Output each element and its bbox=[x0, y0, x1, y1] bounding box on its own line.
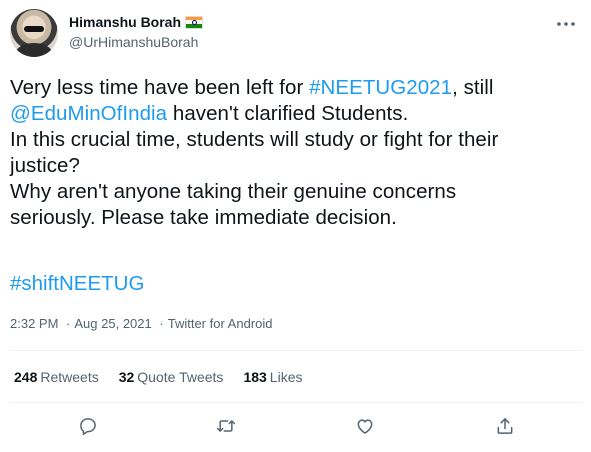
reply-icon[interactable] bbox=[75, 413, 101, 439]
retweets-count: 248 bbox=[14, 369, 38, 385]
more-icon[interactable] bbox=[555, 15, 577, 33]
sunglasses bbox=[24, 26, 44, 32]
share-icon[interactable] bbox=[492, 413, 518, 439]
mention-link-eduminofindia[interactable]: @EduMinOfIndia bbox=[10, 102, 167, 125]
hashtag-link-neetug2021[interactable]: #NEETUG2021 bbox=[309, 76, 452, 99]
india-flag-icon bbox=[185, 15, 204, 29]
meta-separator: · bbox=[159, 316, 164, 331]
avatar-shirt bbox=[16, 43, 52, 57]
name-row: Himanshu Borah bbox=[69, 14, 204, 30]
tweet-date[interactable]: Aug 25, 2021 bbox=[74, 316, 151, 331]
tweet-stats: 248 Retweets 32 Quote Tweets 183 Likes bbox=[14, 369, 302, 385]
tweet-source[interactable]: Twitter for Android bbox=[168, 316, 273, 331]
meta-separator: · bbox=[66, 316, 71, 331]
divider bbox=[10, 402, 582, 403]
tweet-line-3: In this crucial time, students will stud… bbox=[10, 128, 499, 151]
tweet-text-fragment: Very less time have been left for bbox=[10, 76, 310, 99]
tweet-time[interactable]: 2:32 PM bbox=[10, 316, 58, 331]
quote-tweets-stat[interactable]: 32 Quote Tweets bbox=[119, 369, 224, 385]
tweet-line-4: justice? bbox=[10, 154, 80, 177]
likes-stat[interactable]: 183 Likes bbox=[243, 369, 302, 385]
author-display-name[interactable]: Himanshu Borah bbox=[69, 14, 181, 30]
quotes-label: Quote Tweets bbox=[137, 369, 224, 385]
tweet-line-1: Very less time have been left for #NEETU… bbox=[10, 75, 582, 101]
tweet-actions bbox=[0, 413, 591, 439]
tweet-card: Himanshu Borah @UrHimanshuBorah Very les… bbox=[0, 0, 591, 452]
tweet-line-5: Why aren't anyone taking their genuine c… bbox=[10, 180, 457, 203]
author-handle[interactable]: @UrHimanshuBorah bbox=[69, 34, 198, 50]
hashtag-link-shiftneetug[interactable]: #shiftNEETUG bbox=[10, 272, 144, 295]
avatar[interactable] bbox=[10, 9, 58, 57]
tweet-text-fragment: haven't clarified Students. bbox=[167, 102, 409, 125]
retweet-icon[interactable] bbox=[213, 413, 239, 439]
retweets-stat[interactable]: 248 Retweets bbox=[14, 369, 99, 385]
tweet-meta: 2:32 PM · Aug 25, 2021 · Twitter for Andro… bbox=[10, 316, 273, 331]
tweet-text-fragment: , still bbox=[452, 76, 494, 99]
quotes-count: 32 bbox=[118, 369, 135, 385]
tweet-text: Very less time have been left for #NEETU… bbox=[10, 75, 582, 231]
hashtag-line: #shiftNEETUG bbox=[10, 271, 144, 297]
tweet-line-2: @EduMinOfIndia haven't clarified Student… bbox=[10, 101, 582, 127]
likes-count: 183 bbox=[243, 369, 267, 385]
tweet-line-6: seriously. Please take immediate decisio… bbox=[10, 206, 397, 229]
likes-label: Likes bbox=[269, 369, 303, 385]
retweets-label: Retweets bbox=[40, 369, 99, 385]
like-icon[interactable] bbox=[352, 413, 378, 439]
divider bbox=[10, 350, 582, 351]
